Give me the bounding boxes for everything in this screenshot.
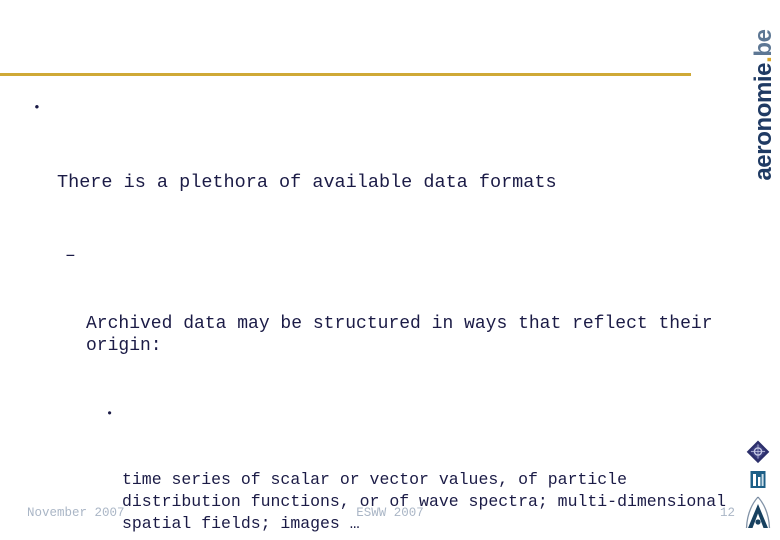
bullet-level2: – Archived data may be structured in way… <box>0 245 726 403</box>
title-divider-rule <box>0 73 691 76</box>
brand-tld: be <box>750 29 777 57</box>
bullet-marker-icon: • <box>106 406 114 421</box>
slide: • There is a plethora of available data … <box>0 0 780 540</box>
brand-wordmark-text: aeronomie.be <box>750 29 778 180</box>
footer-event: ESWW 2007 <box>356 506 424 520</box>
bullet-text: There is a plethora of available data fo… <box>57 172 557 193</box>
bullet-marker-icon: • <box>33 100 41 115</box>
footer-page-number: 12 <box>719 506 735 520</box>
brand-dot-separator: . <box>750 56 777 63</box>
slide-body: • There is a plethora of available data … <box>0 95 726 533</box>
brand-name: aeronomie <box>750 62 777 181</box>
dash-marker-icon: – <box>65 246 76 266</box>
bullet-text: Archived data may be structured in ways … <box>86 313 724 357</box>
slide-footer: November 2007 ESWW 2007 12 <box>0 494 780 540</box>
slide-title <box>0 8 690 68</box>
bullet-level1: • There is a plethora of available data … <box>0 95 726 245</box>
blue-square-institute-icon <box>740 469 776 496</box>
brand-wordmark: aeronomie.be <box>748 0 780 210</box>
diamond-emblem-icon <box>740 439 776 470</box>
